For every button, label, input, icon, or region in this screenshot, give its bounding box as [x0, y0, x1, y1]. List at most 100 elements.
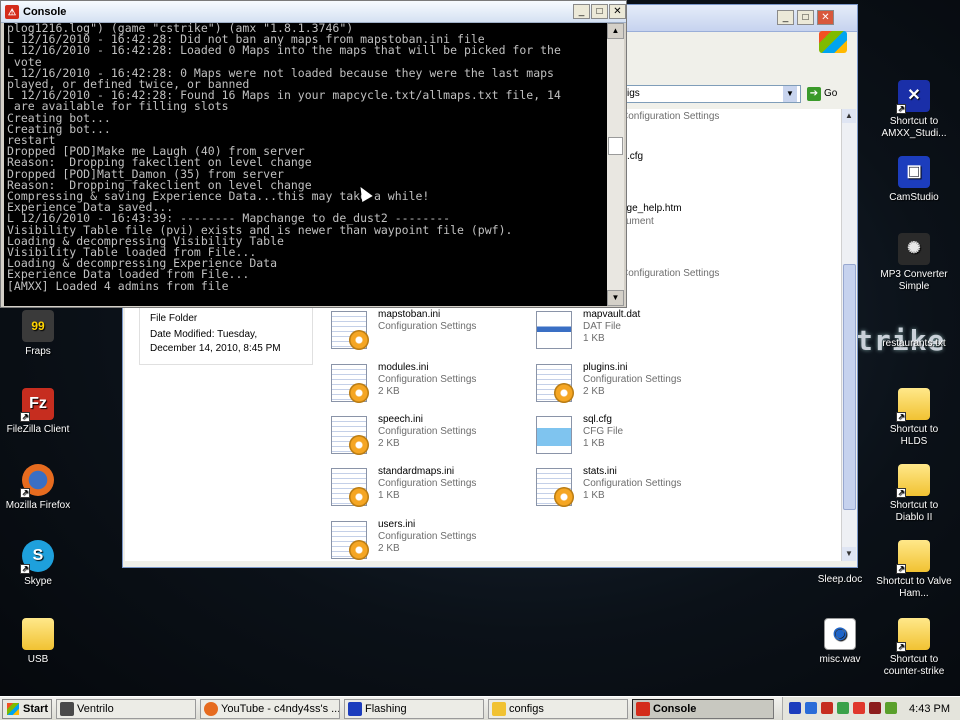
desktop-icon-label: USB [27, 654, 49, 665]
scroll-up-icon[interactable]: ▲ [607, 23, 624, 39]
file-size: 2 KB [378, 438, 400, 449]
taskbar-button-configs[interactable]: configs [488, 699, 628, 719]
folder-icon [22, 618, 54, 650]
file-item[interactable]: stats.ini Configuration Settings 1 KB [536, 466, 736, 510]
config-file-icon [331, 416, 369, 455]
console-app-icon: ⚠ [5, 5, 19, 19]
close-button[interactable]: ✕ [817, 10, 834, 25]
ventrilo-icon [60, 702, 74, 716]
desktop-icon-skype[interactable]: S ↗ Skype [0, 540, 76, 588]
desktop-icon-restaurants[interactable]: restaurants.txt [876, 338, 952, 350]
console-scrollbar[interactable]: ▲ ▼ [607, 23, 624, 306]
file-item[interactable]: standardmaps.ini Configuration Settings 1 … [331, 466, 531, 510]
desktop-icon-usb[interactable]: USB [0, 618, 76, 666]
tray-app-icon[interactable] [885, 702, 897, 714]
camstudio-icon: ▣ [898, 156, 930, 188]
desktop-icon-label: restaurants.txt [882, 338, 946, 349]
scroll-thumb[interactable] [843, 264, 856, 510]
cfg-file-icon [536, 416, 572, 454]
taskbar-button-flashing[interactable]: Flashing [344, 699, 484, 719]
go-label: Go [824, 88, 838, 99]
go-button[interactable]: ➔ Go [807, 85, 851, 103]
tray-app-icon[interactable] [805, 702, 817, 714]
desktop-icon-label: CamStudio [889, 192, 939, 203]
console-title-bar[interactable]: ⚠ Console [1, 1, 626, 23]
scroll-thumb[interactable] [608, 137, 623, 155]
desktop-icon-valve-hammer[interactable]: ↗ Shortcut to Valve Ham... [876, 540, 952, 600]
filezilla-icon: Fz ↗ [20, 388, 54, 422]
partial-file-name: age_help.htm [621, 203, 682, 214]
tray-app-icon[interactable] [821, 702, 833, 714]
tray-app-icon[interactable] [837, 702, 849, 714]
taskbar-button-console[interactable]: Console [632, 699, 774, 719]
file-size: 1 KB [378, 490, 400, 501]
desktop-icon-fraps[interactable]: 99 Fraps [0, 310, 76, 358]
desktop-icon-diablo[interactable]: ↗ Shortcut to Diablo II [876, 464, 952, 524]
file-item[interactable]: modules.ini Configuration Settings 2 KB [331, 362, 531, 406]
console-line: Creating bot... [7, 121, 111, 136]
file-name: stats.ini [583, 466, 617, 477]
folder-shortcut-icon: ↗ [896, 540, 930, 574]
desktop-icon-label: Shortcut to Diablo II [889, 500, 939, 523]
folder-shortcut-icon: ↗ [896, 464, 930, 498]
file-item[interactable]: speech.ini Configuration Settings 2 KB [331, 414, 531, 458]
console-app-icon [636, 702, 650, 716]
desktop-icon-filezilla[interactable]: Fz ↗ FileZilla Client [0, 388, 76, 436]
skype-icon: S ↗ [20, 540, 54, 574]
taskbar-button-label: YouTube - c4ndy4ss's ... [221, 703, 340, 715]
start-button[interactable]: Start [2, 699, 52, 719]
desktop-icon-hlds[interactable]: ↗ Shortcut to HLDS [876, 388, 952, 448]
file-item[interactable]: mapvault.dat DAT File 1 KB [536, 309, 736, 353]
desktop-icon-sleep-doc[interactable]: Sleep.doc [802, 574, 878, 586]
minimize-button[interactable]: _ [777, 10, 794, 25]
desktop-icon-label: Mozilla Firefox [5, 500, 71, 511]
details-pane: File Folder Date Modified: Tuesday, Dece… [139, 305, 313, 365]
vertical-scrollbar[interactable]: ▲ ▼ [841, 109, 856, 561]
config-file-icon [331, 468, 369, 507]
tray-app-icon[interactable] [789, 702, 801, 714]
maximize-button[interactable]: □ [797, 10, 814, 25]
taskbar-button-ventrilo[interactable]: Ventrilo [56, 699, 196, 719]
console-minimize-button[interactable]: _ [573, 4, 590, 19]
chevron-down-icon[interactable]: ▼ [783, 86, 797, 102]
file-name: mapvault.dat [583, 309, 641, 320]
taskbar-button-youtube[interactable]: YouTube - c4ndy4ss's ... [200, 699, 340, 719]
desktop-icon-misc-wav[interactable]: ◉ misc.wav [802, 618, 878, 666]
desktop-icon-camstudio[interactable]: ▣ CamStudio [876, 156, 952, 204]
desktop-icon-counter-strike[interactable]: ↗ Shortcut to counter-strike [876, 618, 952, 678]
desktop-icon-label: Sleep.doc [817, 574, 863, 585]
scroll-down-icon[interactable]: ▼ [607, 290, 624, 306]
partial-file-type: Configuration Settings [621, 268, 720, 279]
config-file-icon [331, 311, 369, 350]
console-close-button[interactable]: ✕ [609, 4, 626, 19]
console-line: [AMXX] Loaded 4 admins from file [7, 278, 229, 293]
partial-file-type: Configuration Settings [621, 111, 720, 122]
desktop-icon-firefox[interactable]: ↗ Mozilla Firefox [0, 464, 76, 512]
file-size: 1 KB [583, 438, 605, 449]
tray-app-icon[interactable] [869, 702, 881, 714]
taskbar-button-label: Console [653, 703, 697, 715]
address-field[interactable]: igs [623, 85, 801, 103]
file-item[interactable]: users.ini Configuration Settings 2 KB [331, 519, 531, 563]
console-output[interactable]: plog1216.log") (game "cstrike") (amx "1.… [4, 23, 607, 306]
desktop-icon-mp3-converter[interactable]: ✺ MP3 Converter Simple [876, 233, 952, 293]
file-name: speech.ini [378, 414, 424, 425]
file-name: mapstoban.ini [378, 309, 441, 320]
file-size: 2 KB [378, 543, 400, 554]
desktop-icon-label: misc.wav [819, 654, 861, 665]
console-window[interactable]: ⚠ Console _ □ ✕ plog1216.log") (game "cs… [0, 0, 627, 308]
file-item[interactable]: mapstoban.ini Configuration Settings [331, 309, 531, 353]
taskbar-clock[interactable]: 4:43 PM [909, 697, 950, 720]
file-name: standardmaps.ini [378, 466, 455, 477]
console-maximize-button[interactable]: □ [591, 4, 608, 19]
scroll-up-icon[interactable]: ▲ [842, 109, 856, 123]
file-item[interactable]: sql.cfg CFG File 1 KB [536, 414, 736, 458]
scroll-down-icon[interactable]: ▼ [842, 547, 856, 561]
file-type: Configuration Settings [583, 478, 682, 489]
tray-app-icon[interactable] [853, 702, 865, 714]
file-name: modules.ini [378, 362, 429, 373]
windows-logo-icon [819, 31, 847, 53]
desktop-icon-amxx-studio[interactable]: ✕ ↗ Shortcut to AMXX_Studi... [876, 80, 952, 140]
mp3-converter-icon: ✺ [898, 233, 930, 265]
file-item[interactable]: plugins.ini Configuration Settings 2 KB [536, 362, 736, 406]
